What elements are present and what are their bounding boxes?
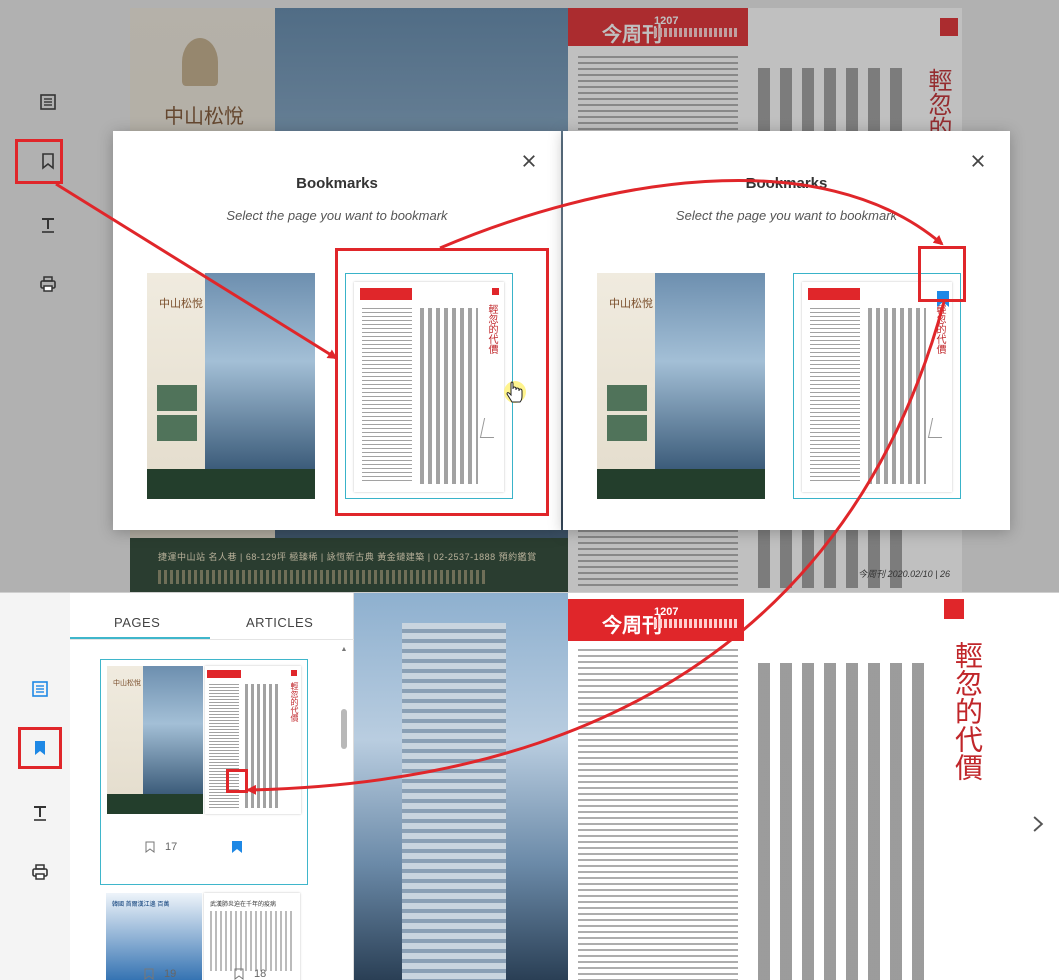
thumb-brand: 中山松悅 bbox=[159, 297, 203, 310]
thumb-text bbox=[210, 911, 294, 971]
thumb-right-page: 輕忽的代價 bbox=[205, 666, 301, 814]
spread-thumb-current[interactable]: 中山松悅 輕忽的代價 17 bbox=[100, 659, 308, 885]
tab-divider bbox=[70, 639, 354, 640]
thumb-masthead bbox=[808, 288, 860, 300]
print-button[interactable] bbox=[36, 272, 60, 296]
ad-tower-photo bbox=[402, 623, 506, 980]
thumb-photo bbox=[607, 415, 647, 441]
thumb-ad-tower bbox=[205, 273, 315, 469]
thumb-ad-band bbox=[147, 469, 315, 499]
masthead: 今周刊 1207 bbox=[568, 599, 744, 641]
next-page-button[interactable] bbox=[1029, 813, 1047, 835]
page-thumb-article-bookmarked[interactable]: 輕忽的代價 bbox=[793, 273, 961, 499]
thumb-credits bbox=[810, 308, 860, 484]
thumb-brand: 中山松悅 bbox=[113, 679, 141, 687]
thumb-headline: 輕忽的代價 bbox=[934, 304, 945, 354]
magazine-page-right: 今周刊 1207 輕忽的代價 bbox=[568, 593, 1059, 980]
scroll-up-icon[interactable]: ▲ bbox=[340, 645, 348, 653]
page-thumb-ad[interactable]: 中山松悅 bbox=[597, 273, 765, 499]
next-right-page-label: 18 bbox=[234, 965, 266, 980]
article-text bbox=[758, 663, 928, 980]
tab-pages[interactable]: PAGES bbox=[114, 615, 160, 630]
text-view-button[interactable] bbox=[36, 213, 60, 237]
dialog-title: Bookmarks bbox=[745, 175, 828, 192]
bookmarks-dialog-after: Bookmarks Select the page you want to bo… bbox=[563, 131, 1010, 530]
selected-page-highlight bbox=[335, 248, 549, 516]
toc-button[interactable] bbox=[28, 677, 52, 701]
side-toolbar-after bbox=[0, 593, 70, 980]
bookmark-filled-icon[interactable] bbox=[231, 840, 243, 854]
thumb-brand: 中山松悅 bbox=[609, 297, 653, 310]
issue-date-line bbox=[654, 619, 738, 628]
page-number: 19 bbox=[164, 968, 177, 980]
thumb-headline: 輕忽的代價 bbox=[290, 682, 299, 722]
panel-scrollbar[interactable]: ▲ bbox=[340, 645, 348, 980]
bookmarks-button-highlight bbox=[18, 727, 62, 769]
page-number: 17 bbox=[165, 841, 178, 853]
reader-view-before: 中山松悅 捷運中山站 名人巷 | 68-129坪 極臻稀 | 詠恆新古典 黃金鏈… bbox=[0, 0, 1059, 592]
tab-articles[interactable]: ARTICLES bbox=[246, 615, 313, 630]
thumb-text bbox=[868, 308, 926, 484]
bookmarks-button-highlight bbox=[15, 139, 63, 184]
thumb-photo bbox=[607, 385, 647, 411]
list-icon bbox=[32, 681, 48, 697]
section-marker bbox=[944, 599, 964, 619]
thumb-left-page: 中山松悅 bbox=[107, 666, 203, 814]
thumb-signature bbox=[927, 418, 947, 438]
side-toolbar-before bbox=[16, 0, 70, 592]
close-dialog-button[interactable] bbox=[970, 153, 986, 169]
article-headline: 輕忽的代價 bbox=[951, 641, 984, 781]
masthead-logo: 今周刊 bbox=[602, 613, 662, 637]
close-icon bbox=[972, 155, 984, 167]
bookmark-outline-icon[interactable] bbox=[145, 841, 155, 853]
active-tab-indicator bbox=[70, 637, 210, 639]
list-icon bbox=[40, 94, 56, 110]
thumb-ad-tower bbox=[143, 666, 203, 794]
next-left-page-label: 19 bbox=[144, 965, 176, 980]
scroll-thumb[interactable] bbox=[341, 709, 347, 749]
magazine-page-left bbox=[354, 593, 568, 980]
thumb-ad-tower bbox=[655, 273, 765, 469]
thumb-photo bbox=[157, 385, 197, 411]
screenshot-root: 中山松悅 捷運中山站 名人巷 | 68-129坪 極臻稀 | 詠恆新古典 黃金鏈… bbox=[0, 0, 1059, 980]
thumbnail-panel: PAGES ARTICLES ▲ 中山松悅 輕忽的代價 17 韓國 首爾漢江邊 … bbox=[70, 593, 354, 980]
thumb-caption: 韓國 首爾漢江邊 百萬 bbox=[112, 902, 170, 908]
print-button[interactable] bbox=[28, 860, 52, 884]
reader-view-after: PAGES ARTICLES ▲ 中山松悅 輕忽的代價 17 韓國 首爾漢江邊 … bbox=[0, 593, 1059, 980]
thumb-red-marker bbox=[291, 670, 297, 676]
close-dialog-button[interactable] bbox=[521, 153, 537, 169]
thumb-article-page: 輕忽的代價 bbox=[802, 282, 952, 492]
thumb-ad-band bbox=[107, 794, 203, 814]
close-icon bbox=[523, 155, 535, 167]
thumb-caption: 武漢肺炎迫在千年的疫病 bbox=[210, 902, 277, 908]
toc-button[interactable] bbox=[36, 90, 60, 114]
text-t-icon bbox=[34, 806, 46, 821]
printer-icon bbox=[32, 864, 48, 880]
thumb-bookmark-highlight bbox=[226, 769, 248, 793]
bookmark-outline-icon[interactable] bbox=[234, 968, 244, 980]
page-thumb-ad[interactable]: 中山松悅 bbox=[147, 273, 315, 499]
text-view-button[interactable] bbox=[28, 801, 52, 825]
printer-icon bbox=[40, 276, 56, 292]
issue-number: 1207 bbox=[654, 606, 679, 618]
bookmark-outline-icon[interactable] bbox=[144, 968, 154, 980]
chevron-right-icon bbox=[1033, 816, 1044, 832]
thumb-masthead bbox=[207, 670, 241, 678]
spread-thumb-next[interactable]: 韓國 首爾漢江邊 百萬 武漢肺炎迫在千年的疫病 bbox=[100, 887, 308, 980]
bookmark-badge-highlight bbox=[918, 246, 966, 302]
thumb-photo bbox=[157, 415, 197, 441]
left-page-label: 17 bbox=[145, 838, 177, 856]
staff-credits bbox=[578, 649, 738, 980]
thumb-text bbox=[245, 684, 281, 808]
text-t-icon bbox=[42, 218, 54, 233]
page-number: 18 bbox=[254, 968, 267, 980]
thumb-ad-band bbox=[597, 469, 765, 499]
dialog-subtitle: Select the page you want to bookmark bbox=[226, 208, 448, 223]
dialog-title: Bookmarks bbox=[296, 175, 378, 192]
dialog-subtitle: Select the page you want to bookmark bbox=[675, 208, 898, 223]
